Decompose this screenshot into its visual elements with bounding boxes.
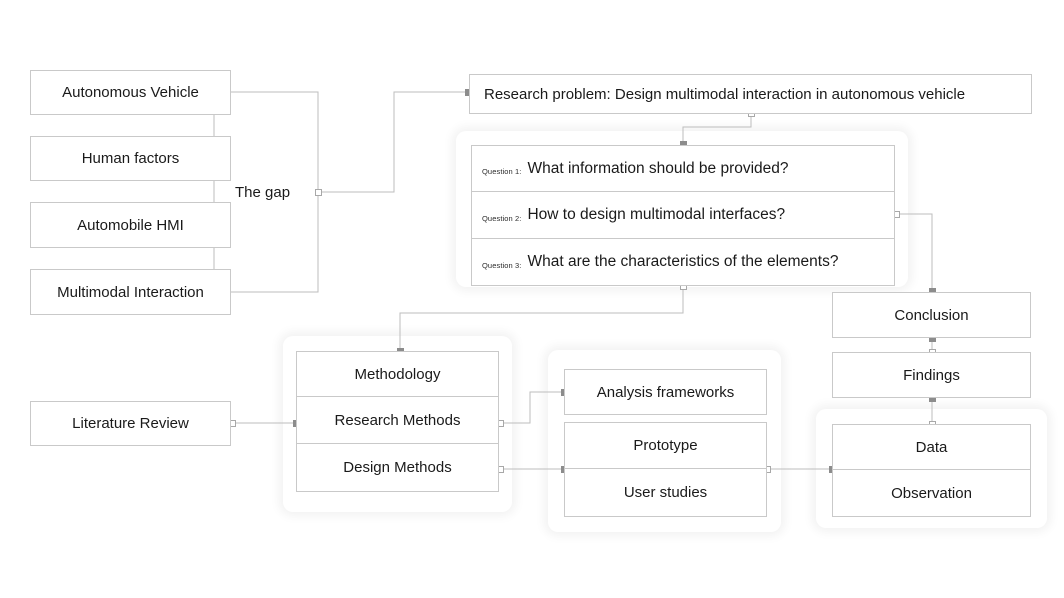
topic-box-automobile-hmi[interactable]: Automobile HMI: [30, 202, 231, 248]
findings-box[interactable]: Findings: [832, 352, 1031, 398]
literature-review-box[interactable]: Literature Review: [30, 401, 231, 446]
observation-box[interactable]: Observation: [832, 470, 1031, 517]
question-1-text: What information should be provided?: [527, 159, 789, 177]
conclusion-box[interactable]: Conclusion: [832, 292, 1031, 338]
question-1-number: Question 1:: [482, 167, 522, 176]
findings-label: Findings: [903, 366, 960, 384]
topic-box-human-factors[interactable]: Human factors: [30, 136, 231, 181]
topic-label: Autonomous Vehicle: [62, 84, 199, 101]
data-box[interactable]: Data: [832, 424, 1031, 470]
topic-label: Automobile HMI: [77, 216, 184, 234]
research-question-2-box[interactable]: Question 2: How to design multimodal int…: [471, 192, 895, 239]
question-2-text: How to design multimodal interfaces?: [527, 206, 786, 223]
methodology-label: Methodology: [354, 365, 441, 383]
observation-label: Observation: [891, 484, 972, 502]
the-gap-label: The gap: [235, 184, 291, 201]
handle-the-gap: [315, 189, 322, 196]
prototype-label: Prototype: [633, 437, 698, 454]
diagram-canvas: Autonomous Vehicle Human factors Automob…: [0, 0, 1064, 598]
methodology-box[interactable]: Methodology: [296, 351, 499, 397]
data-label: Data: [915, 438, 948, 456]
design-methods-label: Design Methods: [343, 459, 452, 476]
question-3-text: What are the characteristics of the elem…: [527, 253, 839, 270]
topic-label: Multimodal Interaction: [57, 283, 204, 301]
research-methods-box[interactable]: Research Methods: [296, 397, 499, 444]
literature-review-label: Literature Review: [72, 415, 189, 432]
research-question-1-box[interactable]: Question 1: What information should be p…: [471, 145, 895, 192]
design-methods-box[interactable]: Design Methods: [296, 444, 499, 492]
user-studies-box[interactable]: User studies: [564, 469, 767, 517]
research-problem-box[interactable]: Research problem: Design multimodal inte…: [469, 74, 1032, 114]
topic-box-autonomous-vehicle[interactable]: Autonomous Vehicle: [30, 70, 231, 115]
question-3-number: Question 3:: [482, 260, 522, 270]
topic-label: Human factors: [81, 150, 180, 167]
analysis-frameworks-box[interactable]: Analysis frameworks: [564, 369, 767, 415]
research-problem-label: Research problem: Design multimodal inte…: [484, 85, 966, 103]
research-question-3-box[interactable]: Question 3: What are the characteristics…: [471, 239, 895, 286]
user-studies-label: User studies: [623, 484, 708, 501]
prototype-box[interactable]: Prototype: [564, 422, 767, 469]
topic-box-multimodal-interaction[interactable]: Multimodal Interaction: [30, 269, 231, 315]
analysis-frameworks-label: Analysis frameworks: [596, 383, 735, 401]
research-methods-label: Research Methods: [334, 411, 461, 429]
conclusion-label: Conclusion: [894, 306, 969, 324]
question-2-number: Question 2:: [482, 213, 522, 223]
